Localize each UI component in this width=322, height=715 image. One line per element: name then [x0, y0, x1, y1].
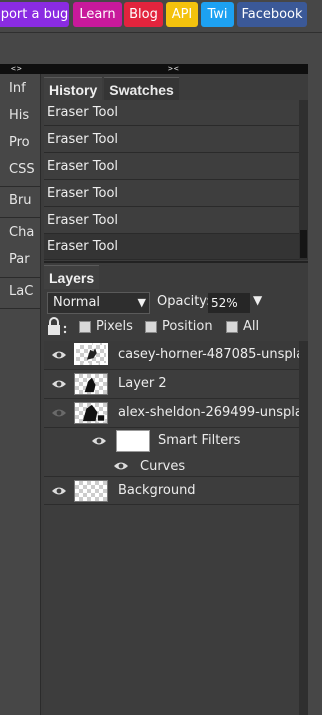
panel-resize-bar[interactable]: <> >< — [0, 64, 308, 74]
api-link[interactable]: API — [166, 2, 198, 27]
lock-pixels-checkbox[interactable] — [79, 320, 91, 333]
layer-thumbnail — [74, 343, 108, 365]
history-item-current[interactable]: Eraser Tool — [44, 234, 299, 260]
opacity-input[interactable]: 52% — [208, 293, 250, 313]
facebook-link[interactable]: Facebook — [237, 2, 307, 27]
silhouette-icon — [84, 377, 96, 393]
report-bug-link[interactable]: port a bug — [0, 2, 69, 27]
layers-tab-row: Layers — [44, 265, 100, 289]
panel-scroll-gutter[interactable] — [308, 64, 322, 715]
lock-all-option[interactable]: All — [226, 319, 259, 334]
history-item[interactable]: Eraser Tool — [44, 127, 299, 153]
lock-position-label: Position — [162, 319, 213, 334]
opacity-label: Opacity: — [157, 294, 211, 309]
eye-icon[interactable] — [113, 461, 129, 471]
layer-row[interactable]: casey-horner-487085-unsplash — [44, 341, 299, 370]
eye-icon[interactable] — [51, 379, 67, 389]
chevron-down-icon: ▼ — [137, 296, 146, 309]
tab-swatches[interactable]: Swatches — [104, 77, 179, 101]
filter-row[interactable]: Curves — [44, 455, 299, 477]
tool-separator — [0, 217, 40, 218]
smart-filters-row[interactable]: Smart Filters — [44, 428, 299, 455]
blog-link[interactable]: Blog — [124, 2, 163, 27]
lock-pixels-label: Pixels — [96, 319, 133, 334]
tab-layers[interactable]: Layers — [44, 265, 100, 289]
tool-character[interactable]: Cha — [0, 221, 40, 245]
smart-filter-mask-thumbnail — [116, 430, 150, 452]
tool-history[interactable]: His — [0, 104, 40, 128]
layer-thumbnail — [74, 480, 108, 502]
layer-thumbnail — [74, 373, 108, 395]
lock-icon — [48, 317, 67, 335]
filter-name: Curves — [140, 459, 186, 474]
history-tab-row: History Swatches — [44, 77, 179, 101]
tool-separator — [0, 277, 40, 278]
silhouette-icon — [82, 404, 106, 422]
panel-divider — [44, 261, 308, 263]
lock-all-label: All — [243, 319, 260, 334]
history-scroll-thumb[interactable] — [300, 230, 307, 258]
eye-hidden-icon[interactable] — [51, 408, 67, 418]
tool-separator — [0, 308, 40, 309]
lock-position-option[interactable]: Position — [145, 319, 213, 334]
layer-name: Smart Filters — [158, 433, 241, 448]
history-item[interactable]: Eraser Tool — [44, 100, 299, 126]
panel-shortcut-column: Inf His Pro CSS Bru Cha Par LaC — [0, 74, 41, 715]
opacity-slider-toggle-icon[interactable]: ▼ — [253, 293, 262, 307]
lock-pixels-option[interactable]: Pixels — [79, 319, 133, 334]
lock-all-checkbox[interactable] — [226, 320, 238, 333]
tool-css[interactable]: CSS — [0, 158, 40, 182]
layer-name: alex-sheldon-269499-unsplash — [118, 405, 299, 420]
layers-scrollbar[interactable] — [299, 341, 308, 715]
eye-icon[interactable] — [51, 350, 67, 360]
layer-row[interactable]: Background — [44, 477, 299, 505]
tool-brush[interactable]: Bru — [0, 189, 40, 213]
layer-name: Layer 2 — [118, 376, 167, 391]
tool-separator — [0, 186, 40, 187]
eye-icon[interactable] — [91, 436, 107, 446]
learn-link[interactable]: Learn — [73, 2, 122, 27]
layers-list: casey-horner-487085-unsplash Layer 2 ale… — [44, 341, 299, 715]
eye-icon[interactable] — [51, 486, 67, 496]
tab-history[interactable]: History — [44, 77, 103, 101]
blend-mode-select[interactable]: Normal ▼ — [47, 292, 150, 314]
blend-mode-value: Normal — [53, 295, 101, 310]
history-item[interactable]: Eraser Tool — [44, 154, 299, 180]
layer-row[interactable]: alex-sheldon-269499-unsplash — [44, 399, 299, 428]
layer-row[interactable]: Layer 2 — [44, 370, 299, 399]
history-item[interactable]: Eraser Tool — [44, 181, 299, 207]
silhouette-icon — [86, 348, 97, 360]
tool-properties[interactable]: Pro — [0, 131, 40, 155]
layer-name: Background — [118, 483, 196, 498]
history-item[interactable]: Eraser Tool — [44, 208, 299, 234]
top-link-bar: port a bug Learn Blog API Twi Facebook — [0, 0, 322, 33]
tool-info[interactable]: Inf — [0, 77, 40, 101]
tool-paragraph[interactable]: Par — [0, 248, 40, 272]
history-list: Eraser Tool Eraser Tool Eraser Tool Eras… — [44, 100, 299, 260]
tool-layer-comps[interactable]: LaC — [0, 280, 40, 304]
layer-name: casey-horner-487085-unsplash — [118, 347, 299, 362]
twitter-link[interactable]: Twi — [201, 2, 234, 27]
lock-position-checkbox[interactable] — [145, 320, 157, 333]
history-scrollbar[interactable] — [299, 100, 308, 260]
layer-thumbnail — [74, 402, 108, 424]
